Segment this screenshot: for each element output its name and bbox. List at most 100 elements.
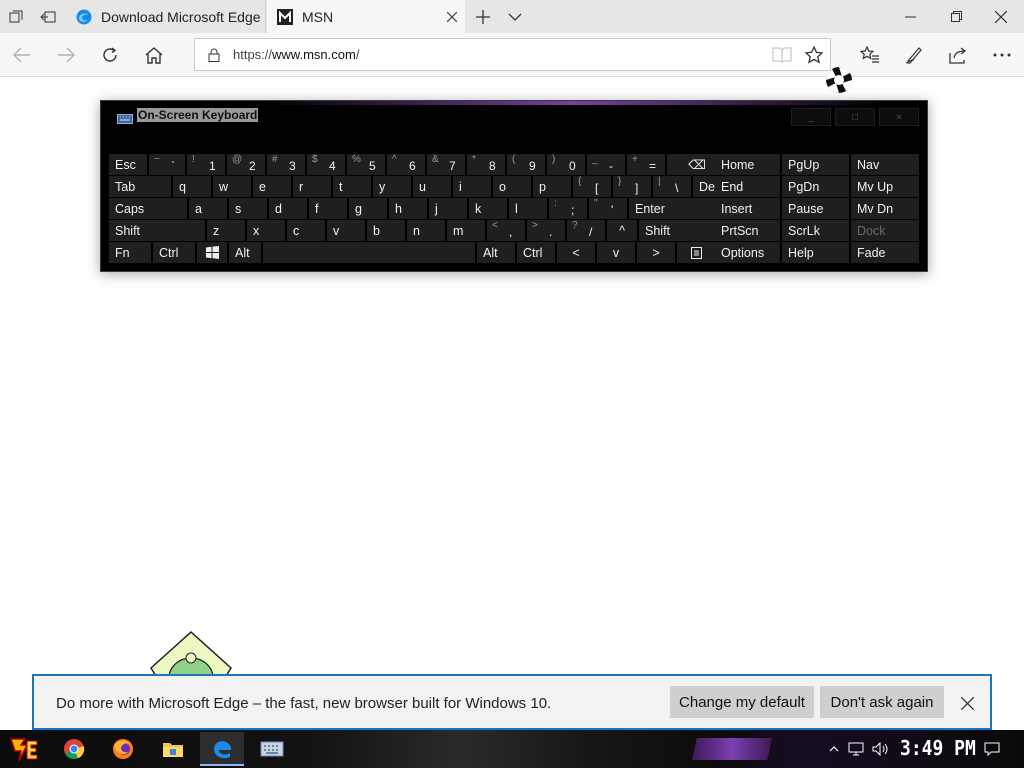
osk-titlebar[interactable]: On-Screen Keyboard _ □ × [101,101,929,131]
key-n[interactable]: n [407,220,445,241]
lock-icon[interactable] [195,48,233,62]
key-6[interactable]: ^ 6 [387,154,425,175]
close-tab-icon[interactable] [439,4,465,30]
key-y[interactable]: y [373,176,411,197]
key-end[interactable]: End [715,176,780,197]
key-9[interactable]: (9 [507,154,545,175]
volume-icon[interactable] [870,730,892,768]
favorites-hub-icon[interactable] [848,33,892,77]
action-center-icon[interactable] [980,730,1004,768]
close-window-icon[interactable] [978,0,1024,33]
chevron-down-icon[interactable] [502,0,528,33]
key-right-arrow[interactable]: > [637,242,675,263]
pen-notes-icon[interactable] [892,33,936,77]
key-w[interactable]: w [213,176,251,197]
key-shift[interactable]: Shift [109,220,205,241]
key-q[interactable]: q [173,176,211,197]
tab-download-edge[interactable]: Download Microsoft Edge [66,0,266,33]
key-fn[interactable]: Fn [109,242,151,263]
firefox-icon[interactable] [101,732,145,766]
key-space[interactable] [263,242,475,263]
key-5[interactable]: % 5 [347,154,385,175]
key-f[interactable]: f [309,198,347,219]
key-k[interactable]: k [469,198,507,219]
key-home[interactable]: Home [715,154,780,175]
key-0[interactable]: ) 0 [547,154,585,175]
key-m[interactable]: m [447,220,485,241]
new-tab-icon[interactable] [470,0,496,33]
key-pgup[interactable]: PgUp [782,154,849,175]
key-tab[interactable]: Tab [109,176,171,197]
key-scrlk[interactable]: ScrLk [782,220,849,241]
windows-key-icon[interactable] [197,242,227,263]
on-screen-keyboard-taskbar-icon[interactable] [250,732,294,766]
key-1[interactable]: ! 1 [187,154,225,175]
edge-taskbar-icon[interactable] [200,732,244,766]
share-icon[interactable] [936,33,980,77]
key-4[interactable]: $4 [307,154,345,175]
key-up-arrow[interactable]: ^ [607,220,637,241]
address-bar[interactable]: https://www.msn.com/ [194,38,831,71]
key-symbol[interactable]: :; [549,198,587,219]
key-symbol[interactable]: " ' [589,198,627,219]
start-button-icon[interactable] [2,732,46,766]
key-nav[interactable]: Nav [851,154,919,175]
key-g[interactable]: g [349,198,387,219]
key-mv-dn[interactable]: Mv Dn [851,198,919,219]
key-u[interactable]: u [413,176,451,197]
key-fade[interactable]: Fade [851,242,919,263]
key-t[interactable]: t [333,176,371,197]
key-shift[interactable]: Shift [639,220,721,241]
key-j[interactable]: j [429,198,467,219]
key-o[interactable]: o [493,176,531,197]
osk-minimize-button[interactable]: _ [791,108,831,126]
minimize-icon[interactable] [887,0,933,33]
osk-maximize-button[interactable]: □ [835,108,875,126]
key-8[interactable]: * 8 [467,154,505,175]
key-h[interactable]: h [389,198,427,219]
key-ctrl[interactable]: Ctrl [153,242,195,263]
menu-key-icon[interactable] [677,242,715,263]
key-prtscn[interactable]: PrtScn [715,220,780,241]
key-d[interactable]: d [269,198,307,219]
key-symbol[interactable]: ? / [567,220,605,241]
key-2[interactable]: @2 [227,154,265,175]
file-explorer-icon[interactable] [151,732,195,766]
key-help[interactable]: Help [782,242,849,263]
key-caps[interactable]: Caps [109,198,187,219]
forward-arrow-icon[interactable] [44,33,88,77]
key-l[interactable]: l [509,198,547,219]
close-notification-icon[interactable] [954,690,980,716]
set-tabs-aside-icon[interactable] [32,0,64,33]
home-icon[interactable] [132,33,176,77]
key-pause[interactable]: Pause [782,198,849,219]
key-esc[interactable]: Esc [109,154,147,175]
key-options[interactable]: Options [715,242,780,263]
key-i[interactable]: i [453,176,491,197]
dont-ask-again-button[interactable]: Don't ask again [820,686,944,718]
chrome-icon[interactable] [52,732,96,766]
key-symbol[interactable]: >. [527,220,565,241]
taskbar-clock[interactable]: 3:49 PM [900,736,976,760]
url-text[interactable]: https://www.msn.com/ [233,47,766,62]
key-c[interactable]: c [287,220,325,241]
key-symbol[interactable]: }] [613,176,651,197]
tab-msn[interactable]: MSN [267,0,465,33]
key-symbol[interactable]: _ - [587,154,625,175]
more-options-icon[interactable] [980,33,1024,77]
key-left-arrow[interactable]: < [557,242,595,263]
key-insert[interactable]: Insert [715,198,780,219]
back-arrow-icon[interactable] [0,33,44,77]
key-symbol[interactable]: + = [627,154,665,175]
reading-view-icon[interactable] [766,39,798,71]
key-symbol[interactable]: {[ [573,176,611,197]
restore-icon[interactable] [933,0,979,33]
key-symbol[interactable]: <, [487,220,525,241]
key-symbol[interactable]: ~ ` [149,154,185,175]
key-a[interactable]: a [189,198,227,219]
key-dock[interactable]: Dock [851,220,919,241]
key-backslash[interactable]: | \ [653,176,691,197]
key-down-arrow[interactable]: v [597,242,635,263]
key-ctrl[interactable]: Ctrl [517,242,555,263]
key-mv-up[interactable]: Mv Up [851,176,919,197]
